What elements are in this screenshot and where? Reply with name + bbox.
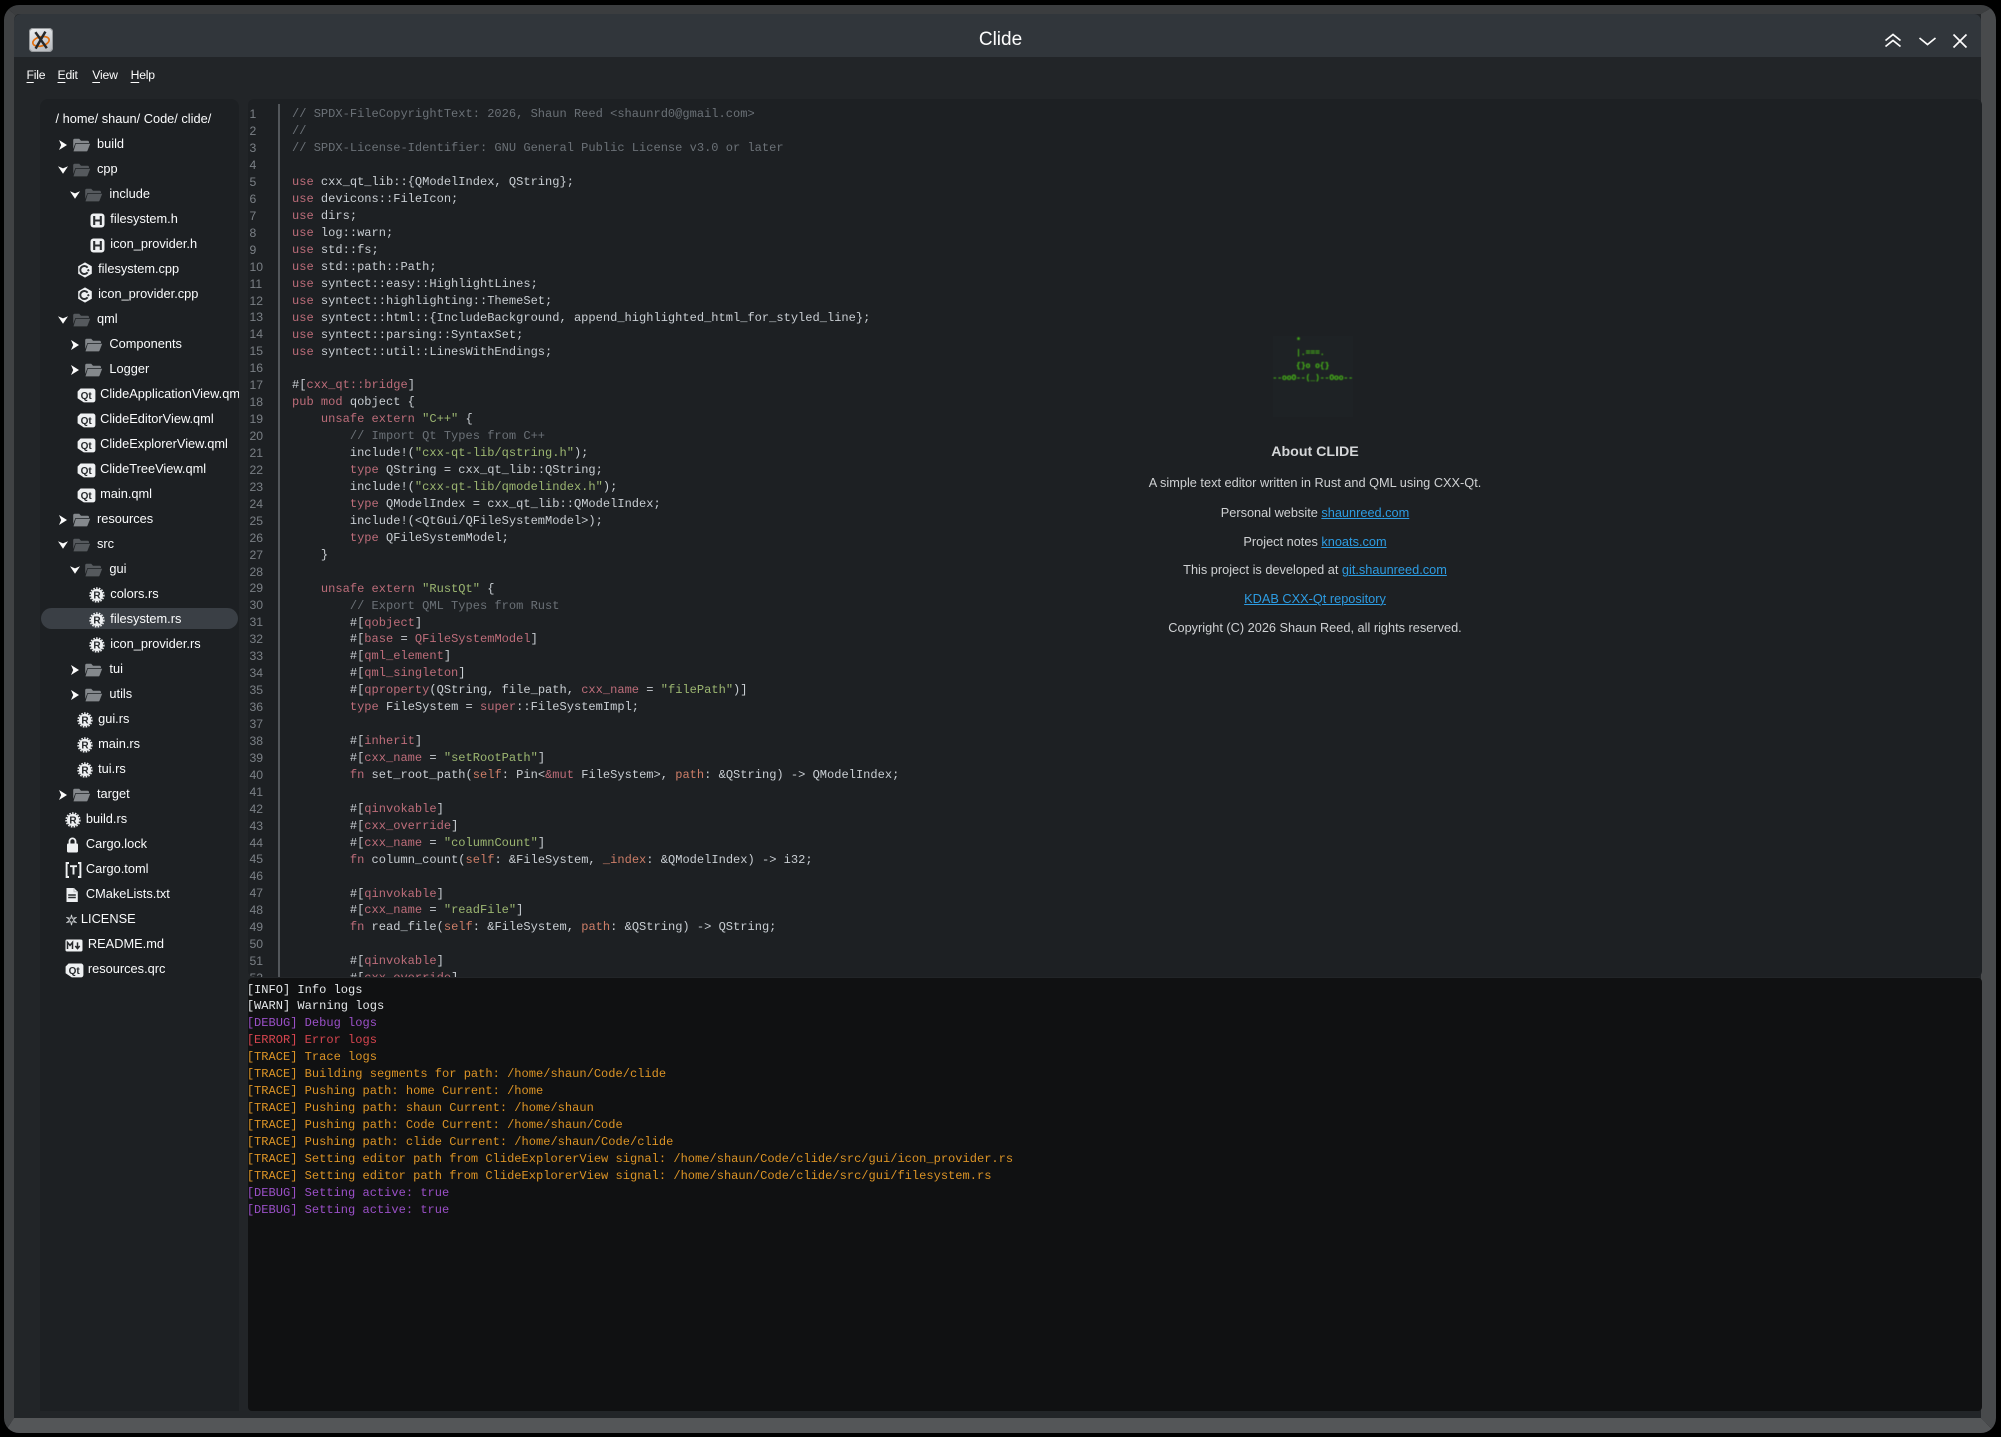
svg-text:Qt: Qt xyxy=(81,416,93,427)
svg-text:Qt: Qt xyxy=(81,391,93,402)
svg-text:R: R xyxy=(69,816,77,827)
svg-text:R: R xyxy=(81,716,89,727)
svg-text:Qt: Qt xyxy=(81,466,93,477)
svg-text:R: R xyxy=(81,766,89,777)
svg-text:R: R xyxy=(94,591,102,602)
svg-text:Qt: Qt xyxy=(81,491,93,502)
svg-text:Qt: Qt xyxy=(81,441,93,452)
svg-text:R: R xyxy=(94,616,102,627)
svg-text:R: R xyxy=(81,741,89,752)
svg-text:Qt: Qt xyxy=(68,966,80,977)
svg-text:R: R xyxy=(94,641,102,652)
